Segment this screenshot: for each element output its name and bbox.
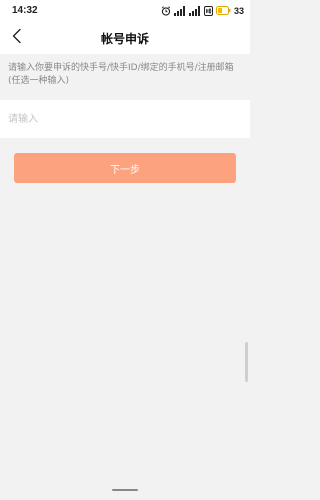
alarm-icon [161,5,171,16]
home-indicator[interactable] [112,489,138,491]
account-input[interactable] [8,110,240,128]
hd-icon [203,5,213,16]
input-hint: 请输入你要申诉的快手号/快手ID/绑定的手机号/注册邮箱(任选一种输入) [8,63,234,86]
battery-icon [215,6,231,15]
nav-bar: 帐号申诉 [0,22,250,54]
next-button[interactable]: 下一步 [14,153,236,183]
status-bar: 14:32 33 [0,0,250,22]
app-screen: 14:32 33 帐号申诉 请输入你要申诉的快手号/快手ID/绑定的手机号/注册… [0,0,250,500]
page-title: 帐号申诉 [100,32,149,46]
battery-level: 33 [233,5,244,16]
signal-icon [188,5,201,16]
input-row [0,100,250,138]
status-time: 14:32 [12,5,38,16]
signal-icon [173,5,186,16]
scrollbar[interactable] [245,342,248,382]
status-icons: 33 [161,4,244,17]
